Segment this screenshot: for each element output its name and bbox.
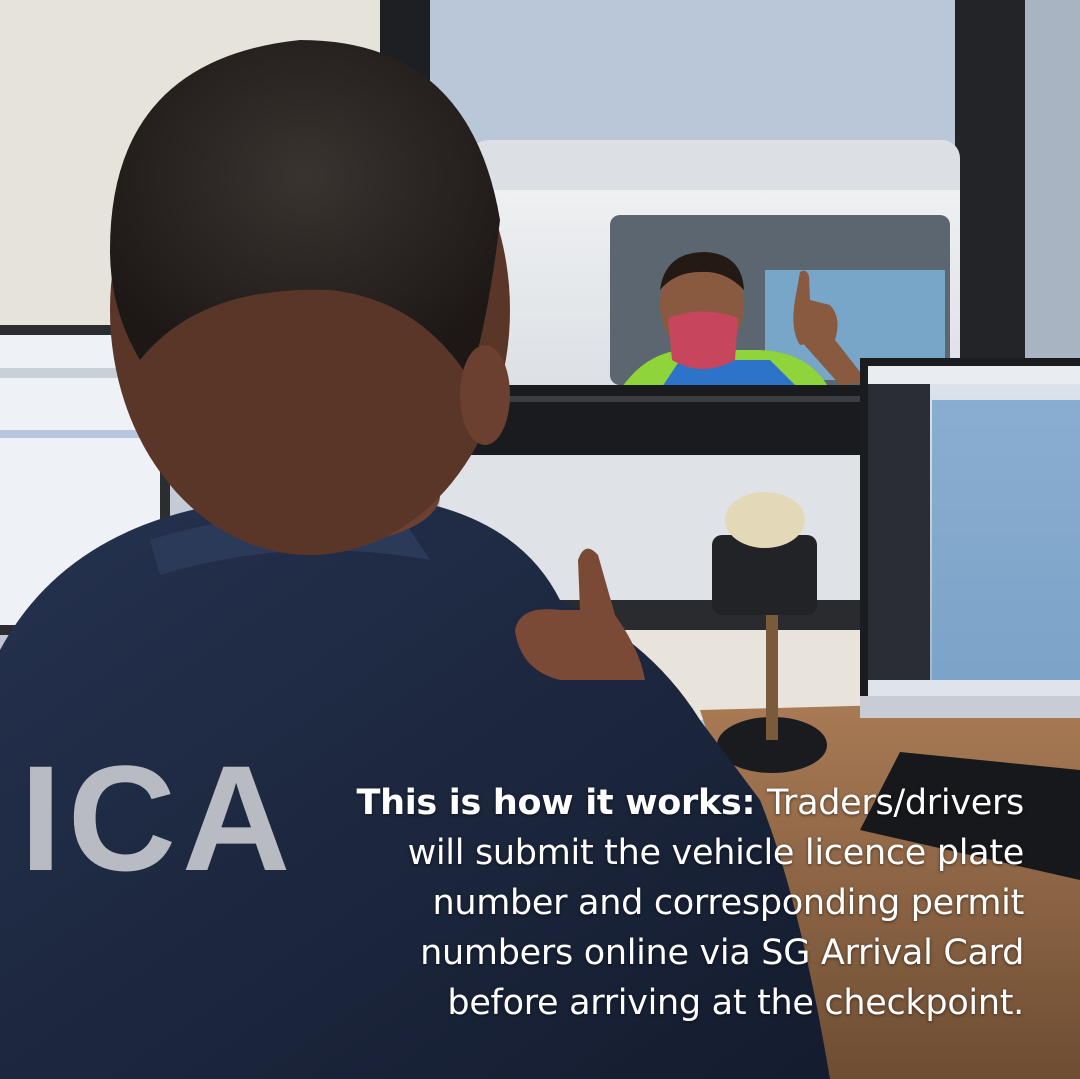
left-monitor-row (0, 430, 160, 438)
caption: This is how it works: Traders/drivers wi… (324, 778, 1025, 1028)
window-mullion (955, 0, 1025, 360)
right-monitor-taskbar (868, 680, 1080, 696)
scanner-head (725, 492, 805, 548)
right-window-pane (1025, 0, 1080, 360)
uniform-back-print: ICA (20, 734, 297, 902)
right-monitor-xray-image (932, 400, 1080, 680)
right-monitor-sidebar (868, 384, 930, 680)
officer-ear (460, 345, 510, 445)
driver-mask (668, 311, 738, 369)
scanner-neck (766, 610, 778, 740)
right-monitor-chin (860, 696, 1080, 718)
caption-lead: This is how it works: (356, 783, 768, 823)
right-monitor-tabbar (868, 366, 1080, 384)
